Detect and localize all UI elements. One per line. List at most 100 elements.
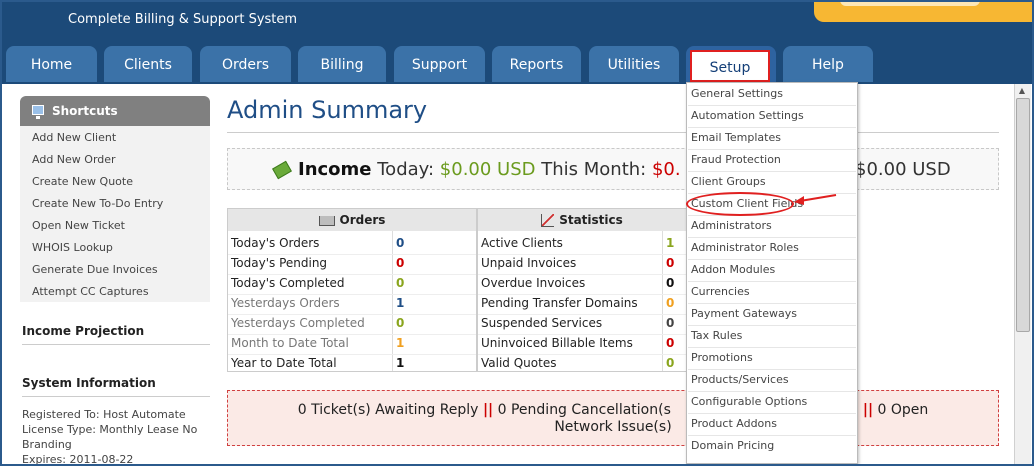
setup-menu-item-tax-rules[interactable]: Tax Rules: [691, 329, 742, 342]
statistics-row-divider: [478, 314, 686, 315]
income-year-value: $0.00 USD: [855, 159, 951, 180]
shortcut-generate-due-invoices[interactable]: Generate Due Invoices: [32, 263, 158, 276]
statistics-row-value[interactable]: 0: [666, 316, 674, 330]
setup-menu-item-fraud-protection[interactable]: Fraud Protection: [691, 153, 781, 166]
shortcut-create-todo[interactable]: Create New To-Do Entry: [32, 197, 163, 210]
tab-billing[interactable]: Billing: [298, 46, 386, 82]
app-title: Complete Billing & Support System: [68, 12, 298, 27]
setup-menu-item-product-addons[interactable]: Product Addons: [691, 417, 777, 430]
orders-row-label: Year to Date Total: [231, 356, 337, 370]
setup-menu-divider: [688, 281, 856, 282]
shortcut-add-new-order[interactable]: Add New Order: [32, 153, 116, 166]
setup-menu-divider: [688, 259, 856, 260]
tab-orders[interactable]: Orders: [200, 46, 291, 82]
orders-row-value[interactable]: 0: [396, 236, 404, 250]
alert-text: 0 Ticket(s) Awaiting Reply || 0 Pending …: [227, 402, 999, 436]
tab-setup[interactable]: Setup: [690, 50, 770, 82]
setup-menu-item-general-settings[interactable]: General Settings: [691, 87, 783, 100]
tab-support[interactable]: Support: [394, 46, 485, 82]
setup-menu-divider: [688, 127, 856, 128]
orders-row-value[interactable]: 1: [396, 336, 404, 350]
setup-menu-divider: [688, 215, 856, 216]
setup-menu-item-currencies[interactable]: Currencies: [691, 285, 750, 298]
statistics-row-label: Pending Transfer Domains: [481, 296, 638, 310]
income-summary: Income Today: $0.00 USD This Month: $0.: [272, 159, 681, 180]
income-today-label: Today:: [377, 159, 435, 180]
scrollbar-thumb[interactable]: [1016, 98, 1030, 332]
shortcut-open-new-ticket[interactable]: Open New Ticket: [32, 219, 125, 232]
setup-menu-item-addon-modules[interactable]: Addon Modules: [691, 263, 775, 276]
setup-menu-divider: [688, 171, 856, 172]
tab-help[interactable]: Help: [783, 46, 873, 82]
statistics-title: Statistics: [559, 213, 623, 227]
statistics-row-label: Unpaid Invoices: [481, 256, 577, 270]
orders-row-divider: [228, 354, 476, 355]
shortcut-create-new-quote[interactable]: Create New Quote: [32, 175, 133, 188]
orders-row-value[interactable]: 0: [396, 316, 404, 330]
statistics-row-value[interactable]: 0: [666, 256, 674, 270]
setup-menu-item-administrators[interactable]: Administrators: [691, 219, 772, 232]
orders-row-divider: [228, 334, 476, 335]
setup-menu-item-client-groups[interactable]: Client Groups: [691, 175, 766, 188]
setup-menu-divider: [688, 303, 856, 304]
setup-menu-divider: [688, 391, 856, 392]
tab-utilities[interactable]: Utilities: [589, 46, 679, 82]
orders-row-divider: [228, 254, 476, 255]
alert-tickets-awaiting[interactable]: 0 Ticket(s) Awaiting Reply: [298, 402, 479, 418]
cart-icon: [318, 215, 335, 226]
statistics-row-divider: [478, 334, 686, 335]
system-info-branding: Branding: [22, 438, 72, 451]
orders-row-label: Today's Orders: [231, 236, 320, 250]
orders-row-label: Today's Pending: [231, 256, 328, 270]
sidebar-divider: [22, 344, 210, 345]
app-window: Complete Billing & Support System Home C…: [0, 0, 1034, 466]
statistics-row-value[interactable]: 1: [666, 236, 674, 250]
setup-menu-item-configurable-options[interactable]: Configurable Options: [691, 395, 807, 408]
orders-row-label: Today's Completed: [231, 276, 345, 290]
sidebar-divider: [22, 396, 210, 397]
setup-menu-item-automation-settings[interactable]: Automation Settings: [691, 109, 804, 122]
alert-open-issues[interactable]: 0 Open: [878, 402, 929, 418]
orders-row-value[interactable]: 0: [396, 256, 404, 270]
setup-menu-item-products-services[interactable]: Products/Services: [691, 373, 789, 386]
orders-row-label: Yesterdays Completed: [231, 316, 365, 330]
orders-row-value[interactable]: 1: [396, 356, 404, 370]
orders-row-label: Month to Date Total: [231, 336, 349, 350]
statistics-row-label: Suspended Services: [481, 316, 603, 330]
statistics-row-value[interactable]: 0: [666, 296, 674, 310]
alert-separator: ||: [862, 402, 874, 418]
shortcut-attempt-cc-captures[interactable]: Attempt CC Captures: [32, 285, 149, 298]
statistics-row-value[interactable]: 0: [666, 356, 674, 370]
quick-search-field[interactable]: [840, 2, 980, 6]
setup-menu-item-domain-pricing[interactable]: Domain Pricing: [691, 439, 774, 452]
shortcut-whois-lookup[interactable]: WHOIS Lookup: [32, 241, 113, 254]
statistics-table-header: Statistics: [478, 209, 686, 231]
custom-client-fields-highlight: [686, 192, 794, 216]
shortcut-add-new-client[interactable]: Add New Client: [32, 131, 116, 144]
tab-reports[interactable]: Reports: [492, 46, 581, 82]
alert-pending-cancellations[interactable]: 0 Pending Cancellation(s: [498, 402, 671, 418]
orders-row-divider: [228, 314, 476, 315]
setup-menu-item-payment-gateways[interactable]: Payment Gateways: [691, 307, 797, 320]
income-label: Income: [298, 159, 372, 180]
statistics-row-value[interactable]: 0: [666, 336, 674, 350]
alert-separator: ||: [482, 402, 494, 418]
income-projection-title: Income Projection: [22, 324, 145, 338]
setup-menu-item-administrator-roles[interactable]: Administrator Roles: [691, 241, 799, 254]
tab-home[interactable]: Home: [6, 46, 97, 82]
alert-network-issues[interactable]: Network Issue(s): [554, 419, 671, 435]
statistics-row-divider: [478, 294, 686, 295]
statistics-row-value[interactable]: 0: [666, 276, 674, 290]
orders-column-divider: [392, 231, 393, 371]
setup-menu-item-email-templates[interactable]: Email Templates: [691, 131, 781, 144]
setup-menu-item-promotions[interactable]: Promotions: [691, 351, 753, 364]
income-today-value: $0.00 USD: [439, 159, 536, 180]
orders-row-value[interactable]: 1: [396, 296, 404, 310]
tab-clients[interactable]: Clients: [104, 46, 192, 82]
page-title: Admin Summary: [227, 96, 428, 124]
orders-row-value[interactable]: 0: [396, 276, 404, 290]
scroll-up-arrow-icon[interactable]: ▲: [1016, 86, 1028, 96]
orders-row-divider: [228, 294, 476, 295]
setup-menu-divider: [688, 237, 856, 238]
statistics-row-divider: [478, 254, 686, 255]
